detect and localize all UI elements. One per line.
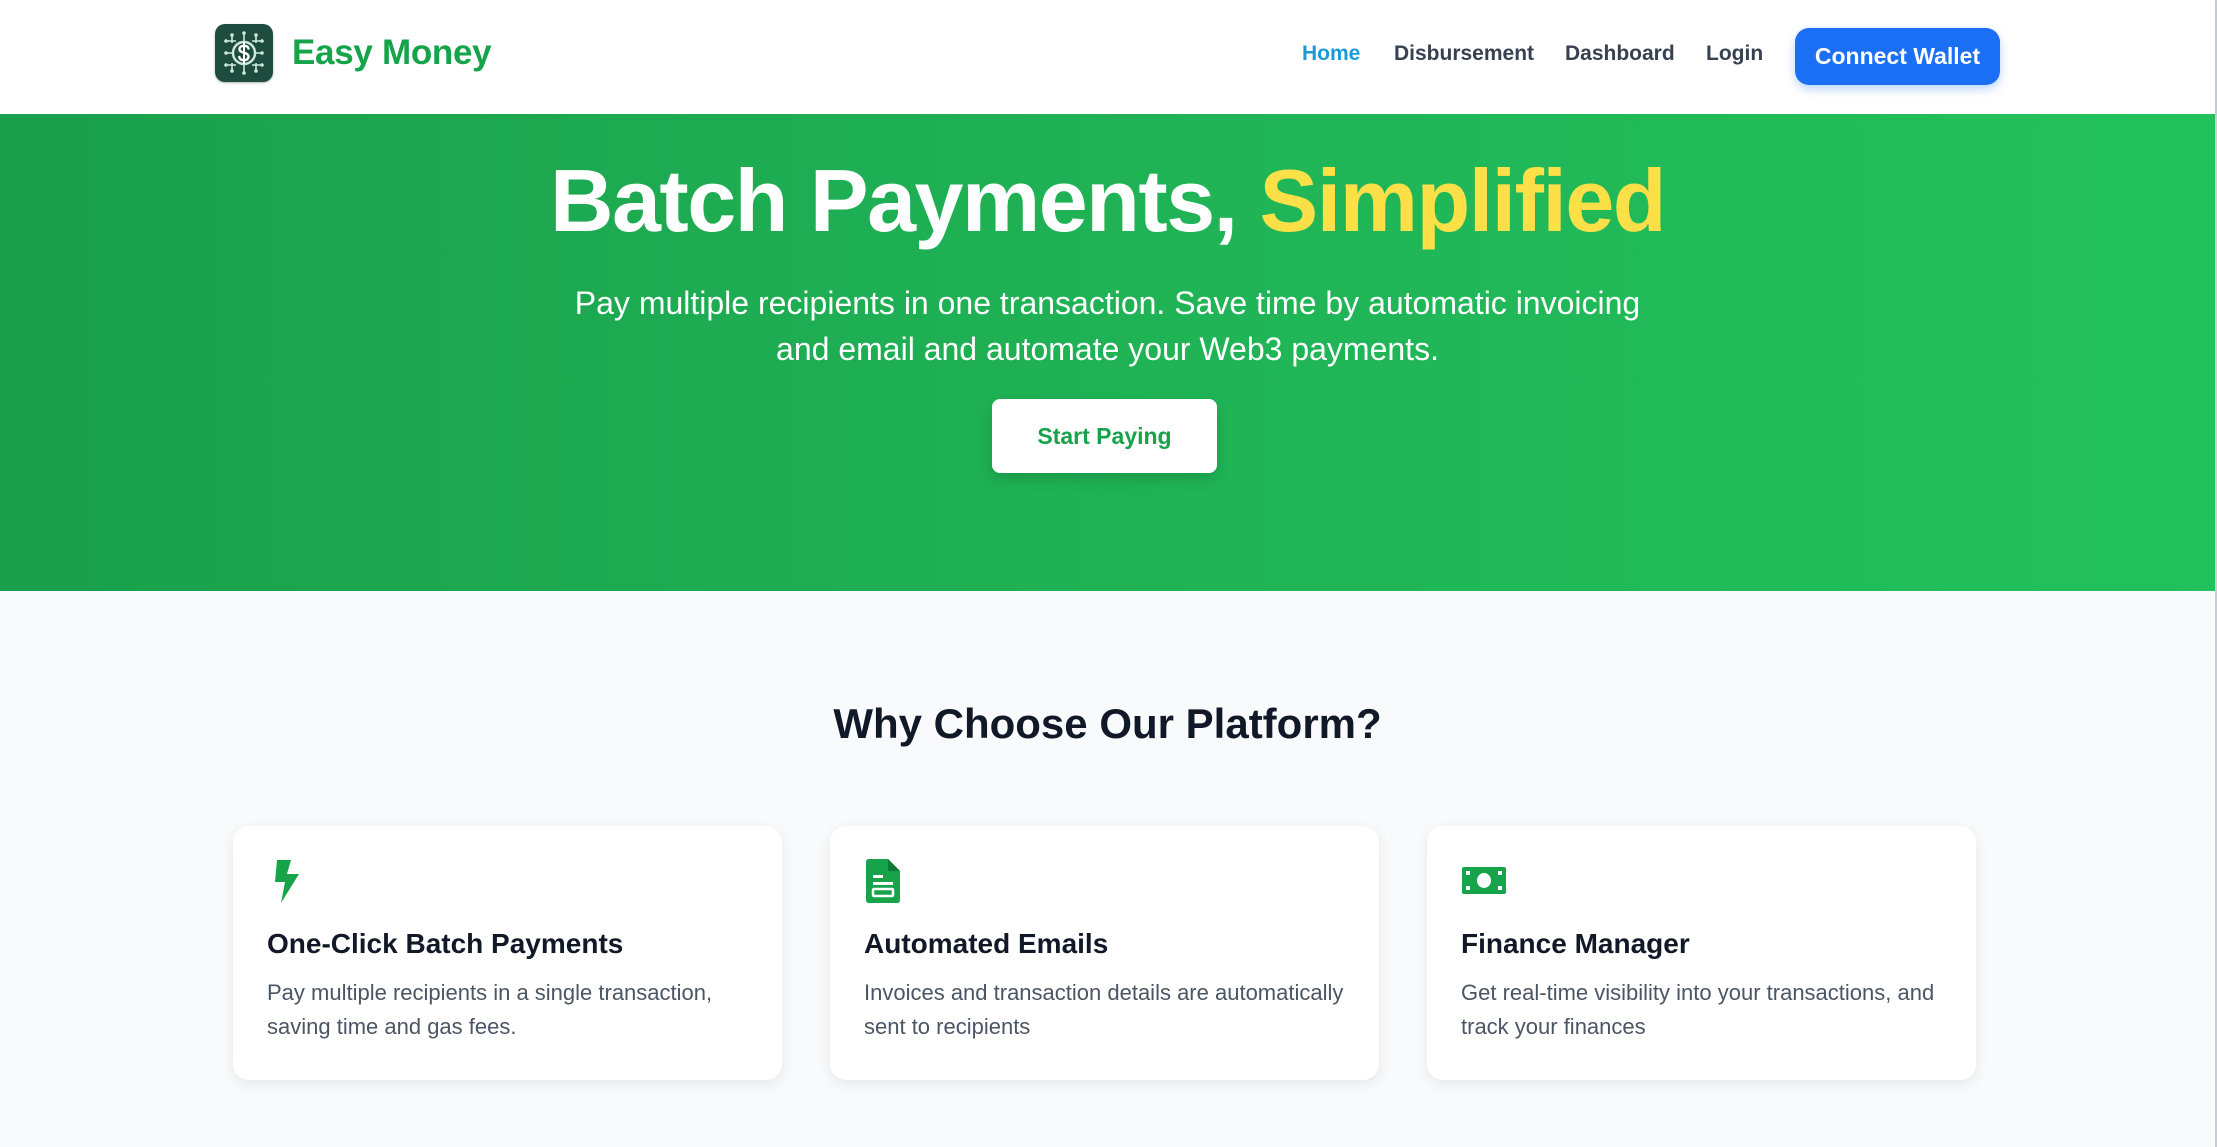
feature-description: Get real-time visibility into your trans… xyxy=(1461,980,1935,1039)
nav-login[interactable]: Login xyxy=(1706,42,1763,66)
feature-title: Automated Emails xyxy=(864,928,1109,959)
hero-title-main: Batch Payments, xyxy=(549,151,1238,250)
logo[interactable]: Easy Money xyxy=(215,24,492,82)
connect-wallet-button[interactable]: Connect Wallet xyxy=(1795,28,2000,85)
feature-card-automated-emails: Automated Emails Invoices and transactio… xyxy=(830,826,1379,1080)
features-heading: Why Choose Our Platform? xyxy=(833,700,1382,747)
nav-disbursement[interactable]: Disbursement xyxy=(1394,42,1534,66)
nav-dashboard[interactable]: Dashboard xyxy=(1565,42,1675,66)
navbar: Easy Money Home Disbursement Dashboard L… xyxy=(0,0,2215,114)
feature-card-batch-payments: One-Click Batch Payments Pay multiple re… xyxy=(233,826,782,1080)
dollar-circuit-icon xyxy=(215,24,273,82)
brand-name[interactable]: Easy Money xyxy=(292,33,492,73)
feature-description: Pay multiple recipients in a single tran… xyxy=(267,980,713,1039)
hero-subtitle: Pay multiple recipients in one transacti… xyxy=(574,285,1641,367)
feature-title: Finance Manager xyxy=(1461,928,1690,959)
hero-section: Batch Payments, Simplified Pay multiple … xyxy=(0,114,2215,591)
feature-title: One-Click Batch Payments xyxy=(267,928,624,959)
document-icon xyxy=(864,858,908,904)
start-paying-button[interactable]: Start Paying xyxy=(992,399,1217,473)
hero-title: Batch Payments, Simplified xyxy=(0,150,2215,252)
nav-home[interactable]: Home xyxy=(1302,42,1360,66)
feature-description: Invoices and transaction details are aut… xyxy=(864,980,1344,1039)
money-bill-icon xyxy=(1461,858,1509,904)
feature-card-finance-manager: Finance Manager Get real-time visibility… xyxy=(1427,826,1976,1080)
hero-title-highlight: Simplified xyxy=(1259,151,1667,250)
lightning-bolt-icon xyxy=(267,858,311,904)
